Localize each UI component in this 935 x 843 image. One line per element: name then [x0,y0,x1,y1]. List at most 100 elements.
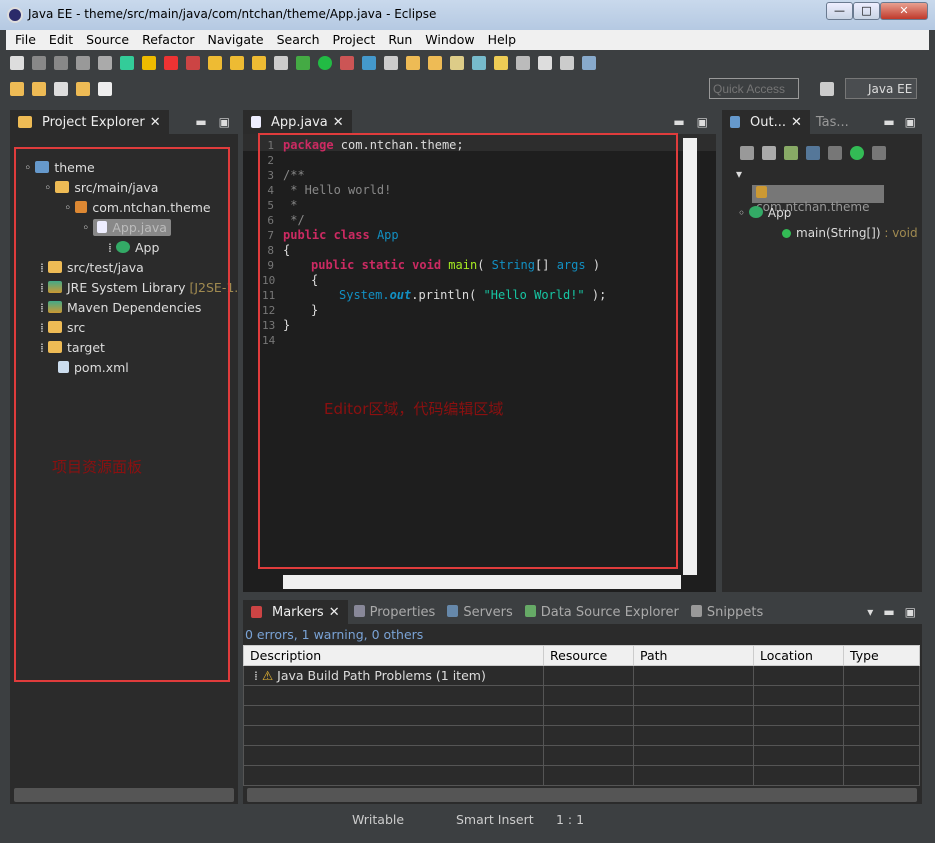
show-whitespace-icon[interactable] [516,56,530,70]
debug-icon[interactable] [296,56,310,70]
minimize-icon[interactable]: ▬ [673,115,684,129]
disconnect-icon[interactable] [186,56,200,70]
tab-outline[interactable]: Out... ✕ [722,110,810,134]
new-server-icon[interactable] [384,56,398,70]
table-row[interactable]: ⁞ ⚠ Java Build Path Problems (1 item) [243,665,920,686]
menu-help[interactable]: Help [483,30,525,50]
quick-access-input[interactable] [709,78,799,99]
highlight-icon[interactable] [494,56,508,70]
tab-servers[interactable]: Servers [441,604,518,620]
step-over-icon[interactable] [230,56,244,70]
project-explorer-tabbar: Project Explorer ✕ ▬ ▣ [10,110,238,134]
annotation-editor-label: Editor区域，代码编辑区域 [324,400,504,418]
markers-panel: Markers ✕ Properties Servers Data Source … [243,600,922,804]
horizontal-scrollbar[interactable] [247,788,917,802]
column-location[interactable]: Location [753,645,844,666]
suspend-icon[interactable] [142,56,156,70]
open-resource-icon[interactable] [428,56,442,70]
menu-navigate[interactable]: Navigate [203,30,272,50]
new-icon[interactable] [10,56,24,70]
horizontal-scrollbar[interactable] [14,788,234,802]
menu-source[interactable]: Source [81,30,137,50]
perspective-java-ee[interactable]: Java EE [845,78,917,99]
maximize-button[interactable]: □ [853,2,880,20]
menu-run[interactable]: Run [383,30,420,50]
outline-item-app[interactable]: ◦ App [738,206,791,220]
terminate-icon[interactable] [164,56,178,70]
maximize-icon[interactable]: ▣ [697,115,708,129]
tab-label: App.java [271,114,328,130]
tab-properties[interactable]: Properties [348,604,442,620]
minimize-icon[interactable]: ▬ [883,115,894,129]
sort-icon[interactable] [784,146,798,160]
java-file-icon [251,116,261,128]
column-description[interactable]: Description [243,645,544,666]
collapse-all-icon[interactable] [762,146,776,160]
close-button[interactable]: ✕ [880,2,928,20]
skip-breakpoints-icon[interactable] [98,56,112,70]
vertical-scrollbar[interactable] [683,138,697,575]
save-all-icon[interactable] [54,56,68,70]
hide-static-icon[interactable] [806,146,820,160]
new-java-project-icon[interactable] [362,56,376,70]
hide-non-public-icon[interactable] [828,146,842,160]
maximize-icon[interactable]: ▣ [219,115,230,129]
step-return-icon[interactable] [252,56,266,70]
view-menu-icon[interactable]: ▾ [867,605,873,619]
use-step-filters-icon[interactable] [274,56,288,70]
open-perspective-icon[interactable] [820,82,834,96]
search-icon[interactable] [450,56,464,70]
column-path[interactable]: Path [633,645,754,666]
tab-snippets[interactable]: Snippets [685,604,769,620]
column-type[interactable]: Type [843,645,920,666]
web-browser-icon[interactable] [582,56,596,70]
previous-annotation-icon[interactable] [32,82,46,96]
toggle-mark-icon[interactable] [472,56,486,70]
outline-item-package[interactable]: com.ntchan.theme [752,185,884,214]
close-icon[interactable]: ✕ [333,115,344,130]
menu-edit[interactable]: Edit [44,30,81,50]
menu-project[interactable]: Project [328,30,384,50]
menu-refactor[interactable]: Refactor [137,30,202,50]
link-icon[interactable] [872,146,886,160]
column-resource[interactable]: Resource [543,645,634,666]
tab-data-source-explorer[interactable]: Data Source Explorer [519,604,685,620]
view-menu-icon[interactable]: ▾ [736,167,922,181]
maximize-icon[interactable]: ▣ [905,115,916,129]
run-icon[interactable] [318,56,332,70]
tab-task-list[interactable]: Tas... [810,115,855,130]
back-icon[interactable] [76,82,90,96]
next-annotation-icon[interactable] [10,82,24,96]
step-into-icon[interactable] [208,56,222,70]
forward-icon[interactable] [98,82,112,96]
hide-local-types-icon[interactable] [850,146,864,160]
save-icon[interactable] [32,56,46,70]
outline-item-main[interactable]: main(String[]) : void [782,226,918,240]
block-selection-icon[interactable] [538,56,552,70]
hide-fields-icon[interactable] [740,146,754,160]
print-icon[interactable] [76,56,90,70]
tab-project-explorer[interactable]: Project Explorer ✕ [10,110,169,134]
minimize-icon[interactable]: ▬ [883,605,894,619]
markers-icon [251,606,262,618]
menu-window[interactable]: Window [420,30,482,50]
close-icon[interactable]: ✕ [150,115,161,130]
close-icon[interactable]: ✕ [791,115,802,130]
external-tools-icon[interactable] [340,56,354,70]
minimize-button[interactable]: — [826,2,853,20]
menu-file[interactable]: File [10,30,44,50]
breadcrumb-icon[interactable] [560,56,574,70]
last-edit-icon[interactable] [54,82,68,96]
horizontal-scrollbar[interactable] [283,575,681,589]
close-icon[interactable]: ✕ [329,605,340,620]
tab-markers[interactable]: Markers ✕ [243,600,348,624]
title-bar: Java EE - theme/src/main/java/com/ntchan… [0,0,935,30]
open-type-icon[interactable] [406,56,420,70]
tab-label: Tas... [815,114,849,130]
tab-app-java[interactable]: App.java ✕ [243,110,352,134]
menu-search[interactable]: Search [272,30,328,50]
maximize-icon[interactable]: ▣ [905,605,916,619]
minimize-icon[interactable]: ▬ [195,115,206,129]
resume-icon[interactable] [120,56,134,70]
folder-icon [18,116,32,128]
